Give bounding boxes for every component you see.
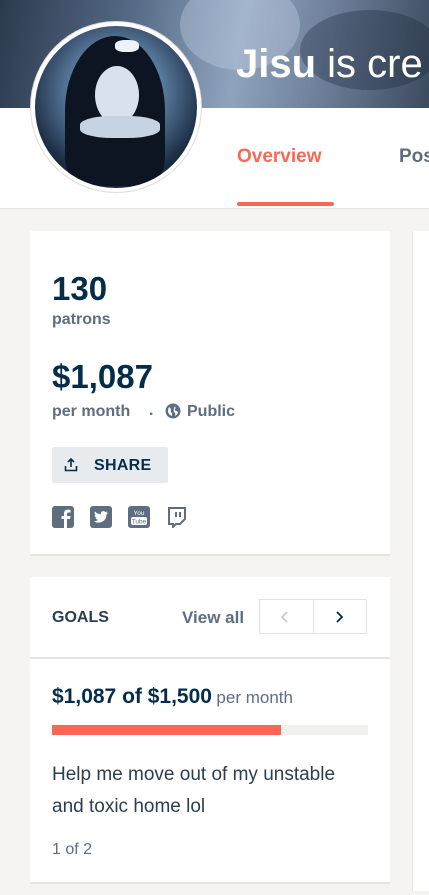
facebook-icon[interactable]: [52, 506, 74, 528]
avatar[interactable]: [31, 22, 201, 192]
next-goal-button[interactable]: [313, 600, 366, 633]
globe-icon: [165, 403, 181, 419]
share-button[interactable]: SHARE: [52, 447, 168, 483]
goal-progress-fill: [52, 725, 282, 735]
goals-heading: GOALS: [52, 609, 109, 626]
earnings-amount: $1,087: [52, 358, 153, 395]
active-tab-indicator: [237, 202, 334, 206]
svg-text:You: You: [134, 510, 145, 517]
tab-overview[interactable]: Overview: [237, 146, 322, 168]
separator-dot: ·: [149, 406, 155, 423]
share-label: SHARE: [94, 457, 152, 474]
visibility-label: Public: [187, 403, 236, 420]
twitch-icon[interactable]: [166, 506, 188, 528]
stats-card: 130 patrons $1,087 per month · Public SH…: [30, 231, 390, 556]
side-panel: [412, 231, 429, 891]
chevron-left-icon: [280, 611, 288, 623]
twitter-icon[interactable]: [90, 506, 112, 528]
chevron-right-icon: [336, 611, 344, 623]
view-all-link[interactable]: View all: [182, 608, 244, 628]
earnings-label: per month: [52, 403, 131, 420]
goal-amount: $1,087 of $1,500 per month: [52, 685, 293, 709]
share-icon: [64, 458, 78, 472]
creator-name: Jisu: [236, 42, 317, 86]
divider: [30, 657, 390, 659]
goal-amount-text: $1,087 of $1,500: [52, 685, 212, 708]
page-title: Jisu is cre: [236, 40, 423, 88]
title-suffix: is cre: [316, 42, 423, 86]
patrons-count: 130: [52, 270, 108, 307]
tab-posts[interactable]: Pos: [399, 146, 429, 168]
patrons-label: patrons: [52, 311, 111, 328]
youtube-icon[interactable]: You Tube: [128, 506, 150, 528]
avatar-image: [35, 26, 197, 188]
svg-text:Tube: Tube: [132, 518, 147, 525]
previous-goal-button[interactable]: [260, 600, 313, 633]
goal-progress-bar: [52, 725, 368, 735]
goal-period: per month: [216, 688, 293, 707]
goal-description: Help me move out of my unstable and toxi…: [52, 764, 336, 817]
goals-card: GOALS View all $1,087 of $1,500 per mont…: [30, 577, 390, 884]
goal-pagination: 1 of 2: [52, 841, 93, 858]
goal-pager: [259, 599, 367, 634]
